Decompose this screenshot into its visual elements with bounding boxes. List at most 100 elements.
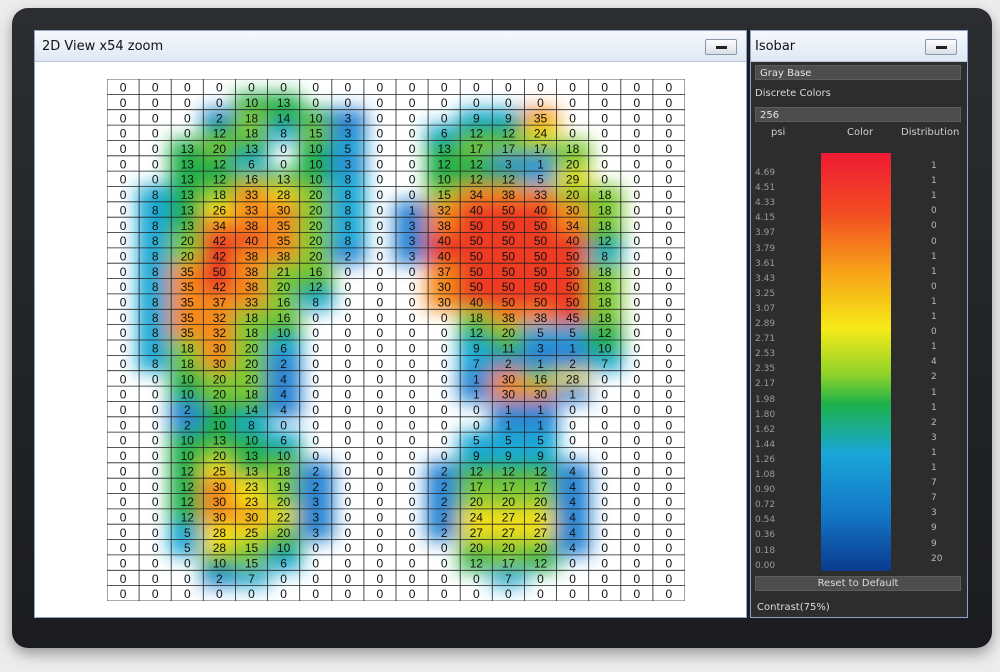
grid-cell-value: 8 xyxy=(152,219,159,233)
grid-cell-value: 0 xyxy=(344,357,351,371)
grid-cell-value: 18 xyxy=(566,142,580,156)
grid-cell-value: 0 xyxy=(409,434,416,448)
grid-cell-value: 0 xyxy=(569,557,576,571)
grid-cell-value: 0 xyxy=(312,587,319,601)
grid-cell-value: 13 xyxy=(438,142,452,156)
grid-cell-value: 13 xyxy=(181,142,195,156)
grid-cell-value: 12 xyxy=(470,464,484,478)
grid-cell-value: 0 xyxy=(633,265,640,279)
grid-cell-value: 0 xyxy=(569,434,576,448)
grid-cell-value: 0 xyxy=(633,403,640,417)
grid-cell-value: 20 xyxy=(309,219,323,233)
grid-cell-value: 35 xyxy=(277,219,291,233)
grid-cell-value: 50 xyxy=(534,234,548,248)
grid-cell-value: 24 xyxy=(470,511,484,525)
grid-cell-value: 0 xyxy=(666,265,673,279)
grid-cell-value: 12 xyxy=(213,173,227,187)
grid-cell-value: 2 xyxy=(280,357,287,371)
grid-cell-value: 0 xyxy=(377,96,384,110)
grid-cell-value: 3 xyxy=(344,127,351,141)
grid-cell-value: 16 xyxy=(534,372,548,386)
isobar-minimize-button[interactable] xyxy=(925,39,957,55)
grid-cell-value: 38 xyxy=(502,311,516,325)
grid-cell-value: 0 xyxy=(377,203,384,217)
grid-cell-value: 4 xyxy=(280,388,287,402)
grid-cell-value: 50 xyxy=(502,280,516,294)
grid-cell-value: 18 xyxy=(598,219,612,233)
grid-cell-value: 0 xyxy=(344,326,351,340)
view-minimize-button[interactable] xyxy=(705,39,737,55)
grid-cell-value: 10 xyxy=(213,557,227,571)
grid-cell-value: 0 xyxy=(152,557,159,571)
grid-cell-value: 30 xyxy=(213,342,227,356)
grid-cell-value: 50 xyxy=(534,250,548,264)
grid-cell-value: 30 xyxy=(213,357,227,371)
grid-cell-value: 9 xyxy=(473,111,480,125)
grid-cell-value: 0 xyxy=(312,541,319,555)
grid-cell-value: 0 xyxy=(409,495,416,509)
base-mode-select[interactable]: Gray Base xyxy=(755,65,961,80)
grid-cell-value: 33 xyxy=(245,188,259,202)
grid-cell-value: 0 xyxy=(377,173,384,187)
grid-cell-value: 0 xyxy=(120,157,127,171)
grid-cell-value: 30 xyxy=(566,203,580,217)
grid-cell-value: 20 xyxy=(245,372,259,386)
grid-cell-value: 0 xyxy=(184,81,191,95)
grid-cell-value: 5 xyxy=(184,541,191,555)
grid-cell-value: 0 xyxy=(473,96,480,110)
grid-cell-value: 9 xyxy=(505,449,512,463)
grid-cell-value: 0 xyxy=(120,388,127,402)
grid-cell-value: 30 xyxy=(438,296,452,310)
grid-cell-value: 0 xyxy=(666,388,673,402)
psi-tick-label: 2.17 xyxy=(755,379,776,390)
grid-cell-value: 6 xyxy=(280,557,287,571)
discrete-colors-input[interactable]: 256 xyxy=(755,107,961,122)
grid-cell-value: 10 xyxy=(181,449,195,463)
grid-cell-value: 20 xyxy=(181,234,195,248)
grid-cell-value: 20 xyxy=(309,234,323,248)
grid-cell-value: 13 xyxy=(245,464,259,478)
grid-cell-value: 4 xyxy=(569,464,576,478)
grid-cell-value: 0 xyxy=(666,188,673,202)
grid-cell-value: 0 xyxy=(633,81,640,95)
grid-cell-value: 27 xyxy=(502,511,516,525)
grid-cell-value: 0 xyxy=(601,541,608,555)
grid-cell-value: 13 xyxy=(245,142,259,156)
grid-cell-value: 10 xyxy=(309,157,323,171)
grid-cell-value: 0 xyxy=(377,572,384,586)
grid-cell-value: 19 xyxy=(277,480,291,494)
grid-cell-value: 18 xyxy=(277,464,291,478)
grid-cell-value: 2 xyxy=(441,464,448,478)
grid-cell-value: 18 xyxy=(245,326,259,340)
grid-cell-value: 0 xyxy=(409,96,416,110)
grid-cell-value: 18 xyxy=(598,265,612,279)
grid-cell-value: 0 xyxy=(344,372,351,386)
reset-to-default-button[interactable]: Reset to Default xyxy=(755,576,961,591)
grid-cell-value: 20 xyxy=(277,495,291,509)
grid-cell-value: 0 xyxy=(666,434,673,448)
grid-cell-value: 2 xyxy=(216,572,223,586)
grid-cell-value: 1 xyxy=(569,388,576,402)
grid-cell-value: 0 xyxy=(666,557,673,571)
grid-cell-value: 10 xyxy=(438,173,452,187)
grid-cell-value: 20 xyxy=(566,157,580,171)
grid-cell-value: 0 xyxy=(505,587,512,601)
grid-cell-value: 12 xyxy=(181,511,195,525)
grid-cell-value: 6 xyxy=(248,157,255,171)
grid-cell-value: 25 xyxy=(245,526,259,540)
grid-cell-value: 0 xyxy=(409,572,416,586)
grid-cell-value: 3 xyxy=(312,526,319,540)
grid-cell-value: 0 xyxy=(120,219,127,233)
psi-tick-label: 4.33 xyxy=(755,198,776,209)
grid-cell-value: 38 xyxy=(245,265,259,279)
grid-cell-value: 20 xyxy=(502,541,516,555)
grid-cell-value: 12 xyxy=(598,234,612,248)
grid-cell-value: 0 xyxy=(120,495,127,509)
grid-cell-value: 2 xyxy=(344,250,351,264)
grid-cell-value: 20 xyxy=(309,250,323,264)
grid-cell-value: 0 xyxy=(120,511,127,525)
grid-cell-value: 0 xyxy=(409,81,416,95)
grid-cell-value: 16 xyxy=(309,265,323,279)
grid-cell-value: 0 xyxy=(601,127,608,141)
grid-cell-value: 0 xyxy=(312,557,319,571)
